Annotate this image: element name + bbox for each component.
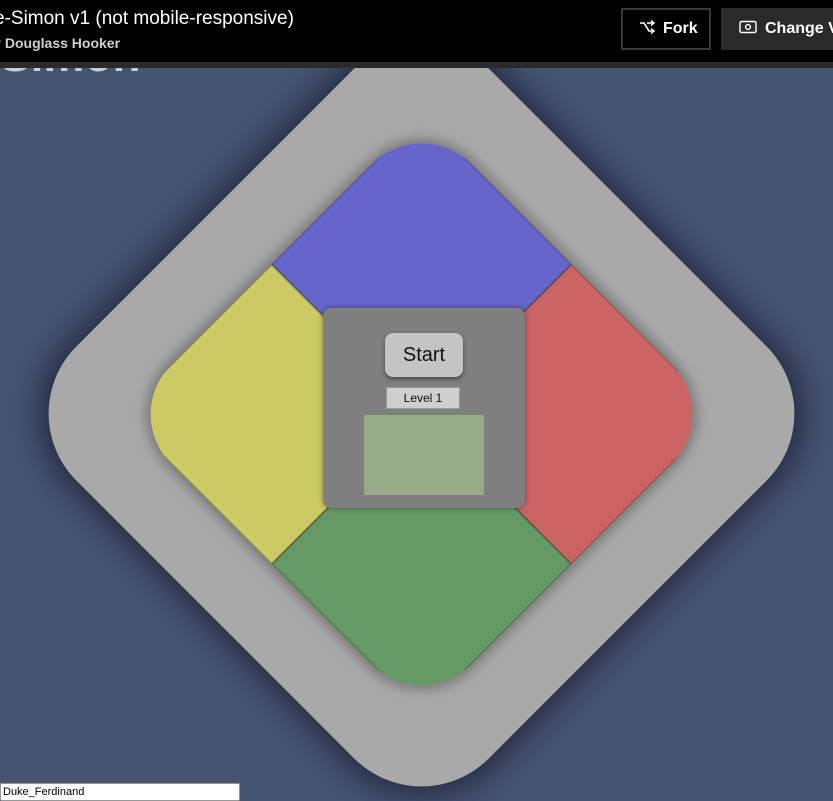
control-panel: Start Level 1 — [323, 308, 525, 508]
display-screen — [364, 415, 484, 495]
start-button[interactable]: Start — [385, 333, 463, 377]
pen-title: e-Simon v1 (not mobile-responsive) — [0, 8, 294, 29]
author-prefix: y — [0, 35, 1, 51]
level-indicator: Level 1 — [386, 387, 460, 409]
player-name-input[interactable] — [0, 783, 240, 801]
fork-button[interactable]: Fork — [621, 8, 711, 50]
fork-icon — [639, 19, 656, 39]
top-bar: e-Simon v1 (not mobile-responsive) y Dou… — [0, 0, 833, 68]
fork-label: Fork — [663, 20, 698, 37]
eye-icon — [739, 20, 757, 39]
change-view-label: Change Vie — [765, 20, 833, 37]
page: Simon e-Simon v1 (not mobile-responsive)… — [0, 0, 833, 801]
change-view-button[interactable]: Change Vie — [721, 8, 833, 50]
pen-author: y Douglass Hooker — [0, 35, 120, 51]
author-name[interactable]: Douglass Hooker — [5, 35, 120, 51]
